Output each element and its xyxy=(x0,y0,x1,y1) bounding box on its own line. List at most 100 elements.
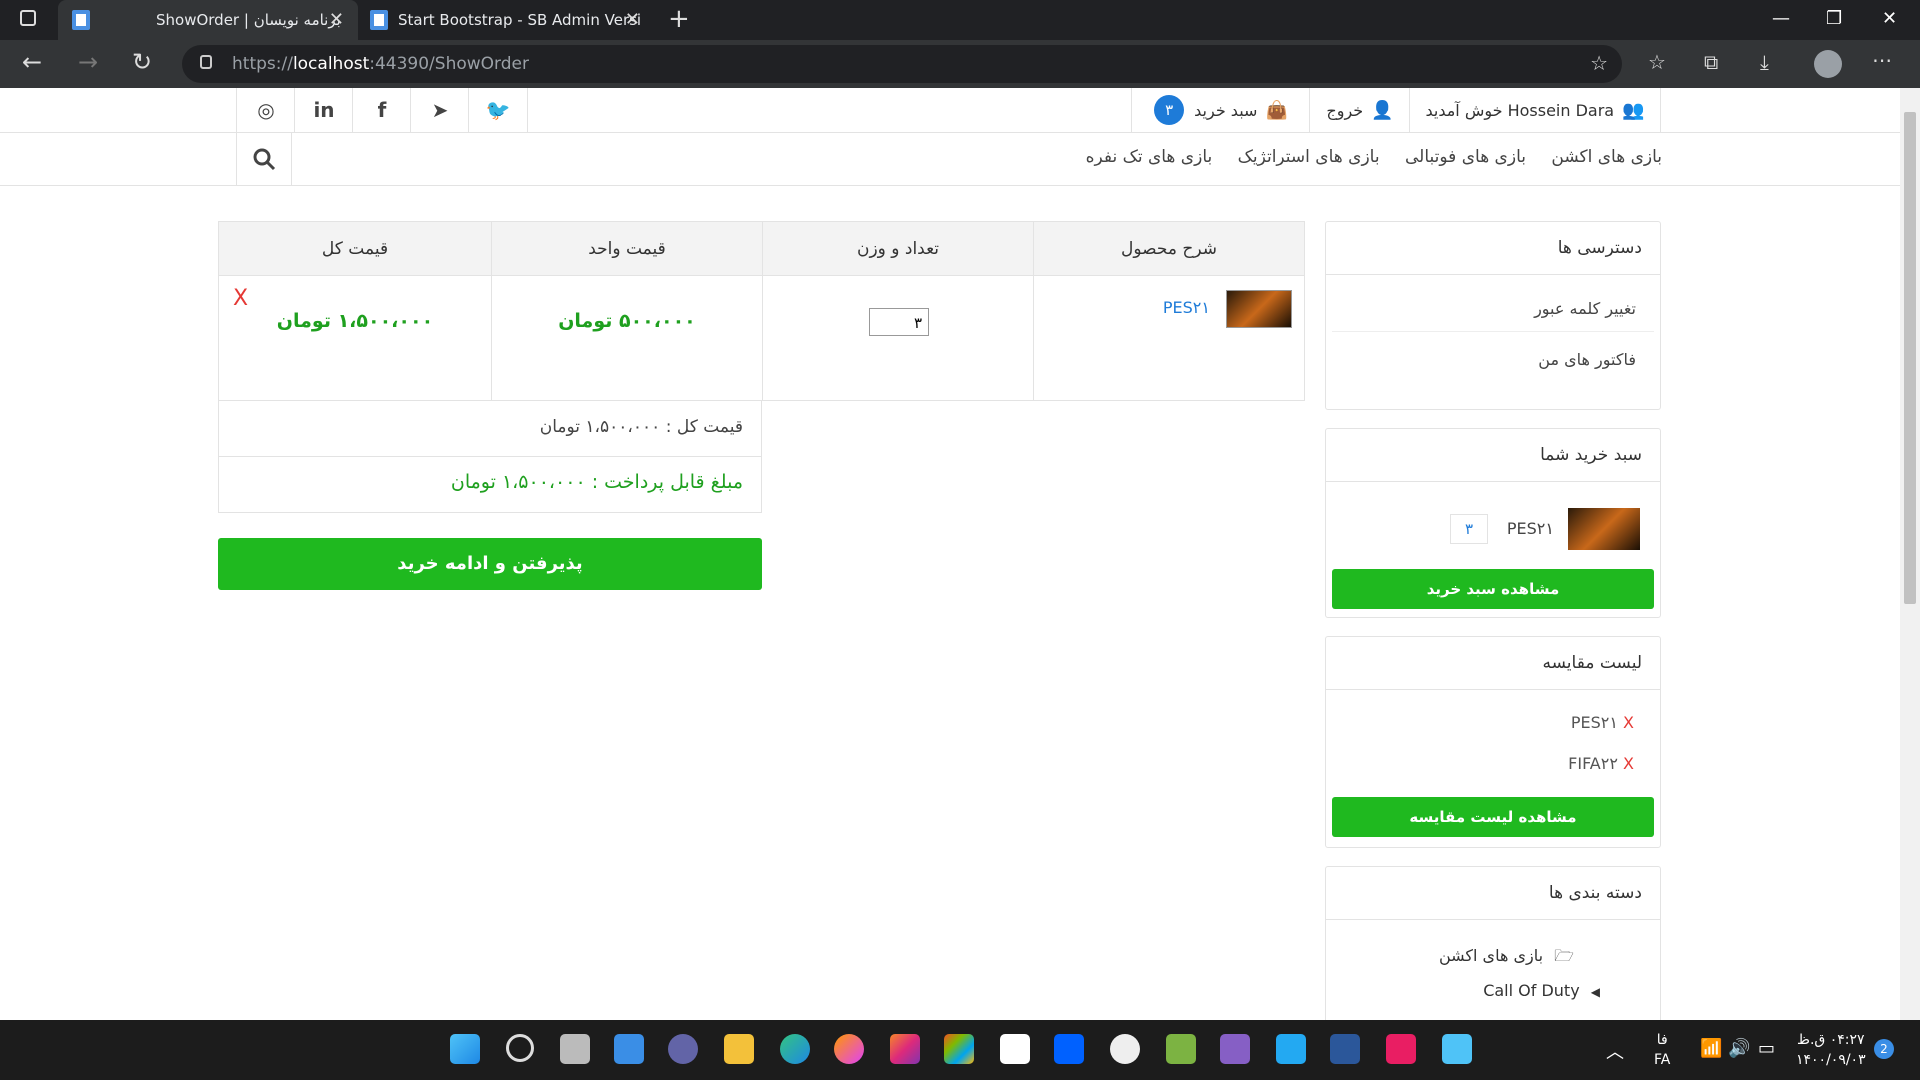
browser-tab-bar: ShowOrder | برنامه نویسان ✕ Start Bootst… xyxy=(0,0,1920,40)
tab-actions-icon[interactable] xyxy=(20,10,36,26)
new-tab-icon[interactable]: + xyxy=(668,4,690,34)
twitter-icon[interactable]: 🐦 xyxy=(468,88,528,132)
snipping-icon[interactable] xyxy=(1386,1034,1416,1064)
close-tab-icon[interactable]: ✕ xyxy=(329,9,344,30)
menu-item-single[interactable]: بازی های تک نفره xyxy=(1086,147,1213,167)
restore-icon[interactable]: ❐ xyxy=(1826,8,1842,29)
minimize-icon[interactable]: — xyxy=(1772,8,1790,29)
search-button[interactable] xyxy=(236,133,292,185)
compare-item-name[interactable]: PES۲۱ xyxy=(1571,713,1618,732)
quantity-input[interactable]: ۳ xyxy=(869,308,929,336)
category-group[interactable]: 🗁 بازی های اکشن xyxy=(1439,945,1574,972)
search-icon xyxy=(253,148,276,171)
wifi-icon[interactable]: 📶 xyxy=(1700,1038,1722,1059)
linkedin-icon[interactable]: in xyxy=(294,88,353,132)
total-price: ۱،۵۰۰،۰۰۰ تومان xyxy=(276,310,434,332)
visual-studio-icon[interactable] xyxy=(1220,1034,1250,1064)
compare-item: PES۲۱ X xyxy=(1571,713,1642,732)
language-indicator[interactable]: فا FA xyxy=(1654,1030,1670,1070)
change-password-link[interactable]: تغییر کلمه عبور xyxy=(1332,275,1654,332)
chat-icon[interactable] xyxy=(668,1034,698,1064)
header-total-price: قیمت کل xyxy=(218,221,492,276)
page-scrollbar[interactable] xyxy=(1900,88,1920,1020)
compare-item-name[interactable]: FIFA۲۲ xyxy=(1568,754,1618,773)
menu-items: بازی های اکشن بازی های فوتبالی بازی های … xyxy=(1066,147,1662,167)
compare-remove-button[interactable]: X xyxy=(1623,754,1634,773)
subcategory-label: Call Of Duty xyxy=(1483,981,1580,1000)
app-icon[interactable] xyxy=(1110,1034,1140,1064)
close-tab-icon[interactable]: ✕ xyxy=(625,9,640,30)
telegram-icon[interactable]: ➤ xyxy=(410,88,469,132)
downloads-icon[interactable]: ⤓ xyxy=(1760,50,1769,74)
menu-item-football[interactable]: بازی های فوتبالی xyxy=(1405,147,1526,167)
cell-quantity: ۳ xyxy=(762,275,1034,401)
show-hidden-icons[interactable]: ︿ xyxy=(1606,1038,1624,1064)
product-name-link[interactable]: PES۲۱ xyxy=(1163,298,1210,317)
tab-title: ShowOrder | برنامه نویسان xyxy=(156,11,341,29)
header-description: شرح محصول xyxy=(1033,221,1305,276)
favorites-icon[interactable]: ☆ xyxy=(1648,50,1666,74)
scrollbar-thumb[interactable] xyxy=(1904,112,1916,604)
back-icon[interactable]: ← xyxy=(22,48,42,76)
dropbox-icon[interactable] xyxy=(1054,1034,1084,1064)
search-icon[interactable] xyxy=(506,1034,534,1062)
more-icon[interactable]: ⋯ xyxy=(1872,48,1892,72)
payable-line: مبلغ قابل پرداخت : ۱،۵۰۰،۰۰۰ تومان xyxy=(450,471,743,493)
top-bar: ◎ in f ➤ 🐦 👜 سبد خرید ۳ 👤 خروج 👥 Hossein… xyxy=(0,88,1900,133)
forward-icon[interactable]: → xyxy=(78,48,98,76)
menu-item-action[interactable]: بازی های اکشن xyxy=(1551,147,1662,167)
product-thumbnail[interactable] xyxy=(1226,290,1292,328)
vscode-icon[interactable] xyxy=(1276,1034,1306,1064)
tab-showorder[interactable]: ShowOrder | برنامه نویسان ✕ xyxy=(58,0,358,40)
start-icon[interactable] xyxy=(450,1034,480,1064)
amazon-icon[interactable] xyxy=(1000,1034,1030,1064)
language-code: FA xyxy=(1654,1052,1671,1068)
url-field[interactable]: https://localhost:44390/ShowOrder ☆ xyxy=(182,45,1622,83)
cart-link[interactable]: 👜 سبد خرید ۳ xyxy=(1131,88,1310,132)
menu-item-strategy[interactable]: بازی های استراتژیک xyxy=(1238,147,1380,167)
view-compare-button[interactable]: مشاهده لیست مقایسه xyxy=(1332,797,1654,837)
user-plus-icon: 👥 xyxy=(1622,99,1645,121)
collections-icon[interactable]: ⧉ xyxy=(1704,50,1718,74)
compare-remove-button[interactable]: X xyxy=(1623,713,1634,732)
close-window-icon[interactable]: ✕ xyxy=(1882,8,1897,29)
tab-sb-admin[interactable]: Start Bootstrap - SB Admin Versi ✕ xyxy=(360,0,654,40)
volume-icon[interactable]: 🔊 xyxy=(1728,1038,1750,1059)
battery-icon[interactable]: ▭ xyxy=(1758,1038,1775,1059)
tool-icon[interactable] xyxy=(1166,1034,1196,1064)
instagram-icon[interactable]: ◎ xyxy=(236,88,295,132)
firefox-icon[interactable] xyxy=(834,1034,864,1064)
widgets-icon[interactable] xyxy=(614,1034,644,1064)
logout-link[interactable]: 👤 خروج xyxy=(1309,88,1410,132)
subcategory-item[interactable]: ◀ Call Of Duty xyxy=(1483,981,1600,1000)
categories-title: دسته بندی ها xyxy=(1326,867,1660,920)
cart-item-thumbnail[interactable] xyxy=(1568,508,1640,550)
word-icon[interactable] xyxy=(1330,1034,1360,1064)
cart-panel: سبد خرید شما PES۲۱ ۳ مشاهده سبد خرید xyxy=(1325,428,1661,618)
store-icon[interactable] xyxy=(944,1034,974,1064)
welcome-link[interactable]: 👥 Hossein Dara خوش آمدید xyxy=(1409,88,1661,132)
clock[interactable]: ۰۴:۲۷ ق.ظ ۱۴۰۰/۰۹/۰۳ xyxy=(1796,1030,1866,1070)
notification-badge[interactable]: 2 xyxy=(1874,1039,1894,1059)
remove-item-button[interactable]: X xyxy=(233,286,248,311)
edge-icon[interactable] xyxy=(780,1034,810,1064)
category-group-label: بازی های اکشن xyxy=(1438,946,1544,965)
profile-avatar[interactable] xyxy=(1814,50,1842,78)
page-icon xyxy=(72,10,90,30)
language-short: فا xyxy=(1656,1032,1668,1048)
facebook-icon[interactable]: f xyxy=(352,88,411,132)
header-unit-price: قیمت واحد xyxy=(491,221,763,276)
view-cart-button[interactable]: مشاهده سبد خرید xyxy=(1332,569,1654,609)
page-content: ◎ in f ➤ 🐦 👜 سبد خرید ۳ 👤 خروج 👥 Hossein… xyxy=(0,88,1900,1020)
file-explorer-icon[interactable] xyxy=(724,1034,754,1064)
notepad-icon[interactable] xyxy=(1442,1034,1472,1064)
refresh-icon[interactable]: ↻ xyxy=(132,48,152,76)
task-view-icon[interactable] xyxy=(560,1034,590,1064)
lock-icon xyxy=(200,55,212,69)
instagram-app-icon[interactable] xyxy=(890,1034,920,1064)
add-favorite-icon[interactable]: ☆ xyxy=(1590,51,1608,75)
checkout-button[interactable]: پذیرفتن و ادامه خرید xyxy=(218,538,762,590)
compare-item: FIFA۲۲ X xyxy=(1568,754,1642,773)
folder-open-icon: 🗁 xyxy=(1554,946,1574,965)
my-invoices-link[interactable]: فاکتور های من xyxy=(1332,332,1654,388)
